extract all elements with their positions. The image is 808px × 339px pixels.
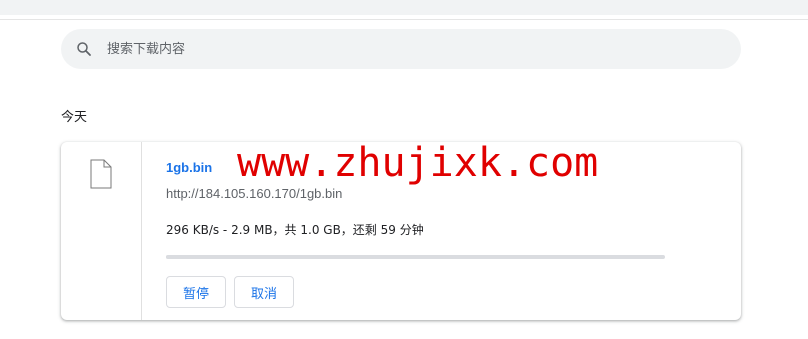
download-progress-fill xyxy=(166,255,168,259)
date-section-title: 今天 xyxy=(61,110,88,125)
watermark-text: www.zhujixk.com xyxy=(237,140,599,186)
download-status-text: 296 KB/s - 2.9 MB，共 1.0 GB，还剩 59 分钟 xyxy=(166,223,424,237)
file-url-link[interactable]: http://184.105.160.170/1gb.bin xyxy=(166,186,342,201)
search-bar[interactable] xyxy=(61,29,741,69)
search-input[interactable] xyxy=(107,29,707,69)
file-name-link[interactable]: 1gb.bin xyxy=(166,160,212,175)
search-icon xyxy=(77,42,91,56)
card-divider xyxy=(141,142,142,320)
file-icon xyxy=(90,159,112,189)
cancel-button[interactable]: 取消 xyxy=(234,276,294,308)
top-bar xyxy=(0,0,808,15)
pause-button[interactable]: 暂停 xyxy=(166,276,226,308)
top-bar-divider xyxy=(0,19,808,20)
download-progress-bar xyxy=(166,255,665,259)
